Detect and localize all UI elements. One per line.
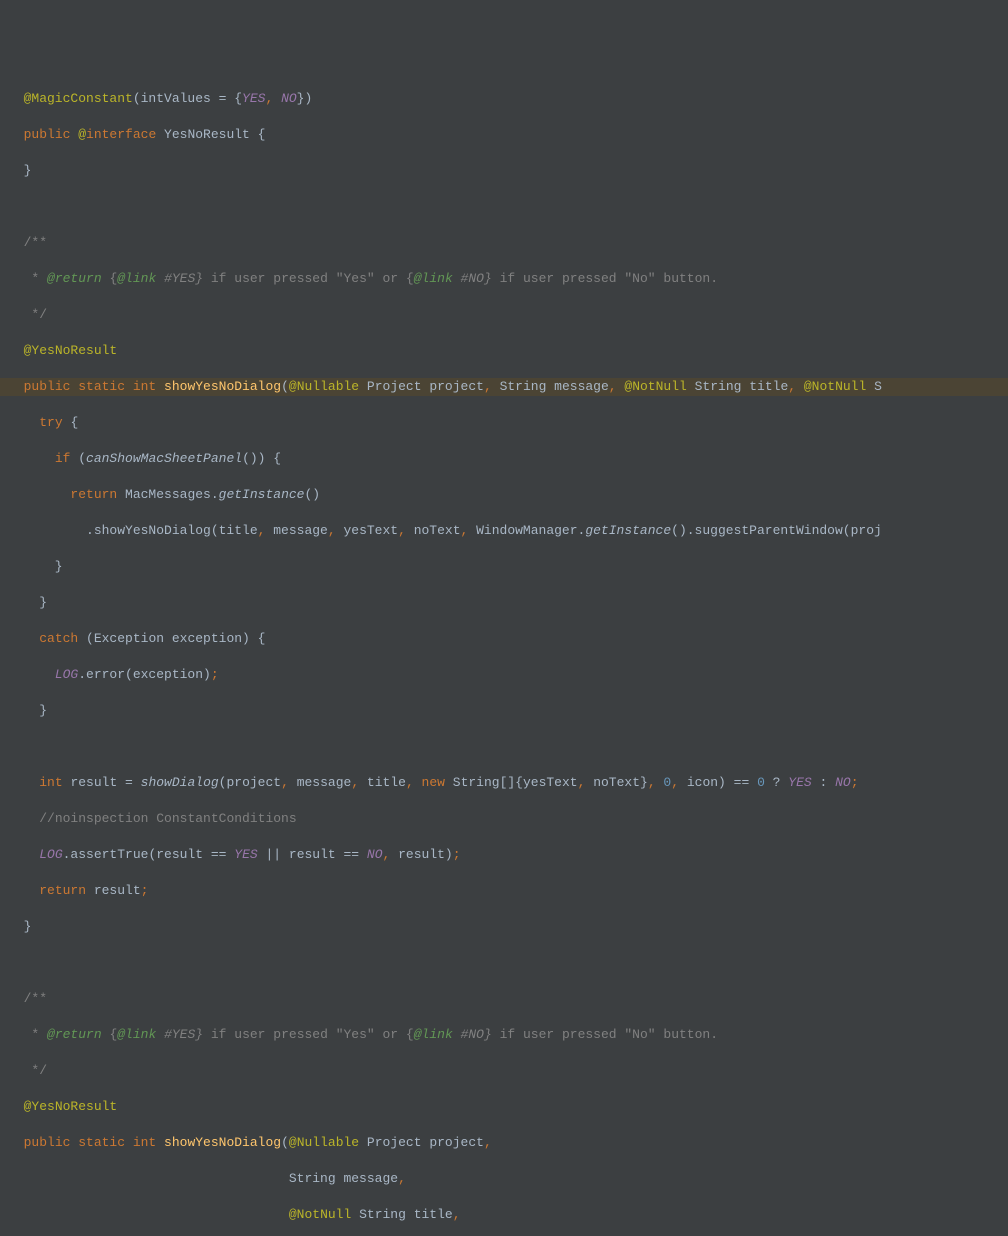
code-line[interactable]: if (canShowMacSheetPanel()) { xyxy=(8,450,1000,468)
code-editor[interactable]: @MagicConstant(intValues = {YES, NO}) pu… xyxy=(8,72,1000,1236)
code-line[interactable]: return MacMessages.getInstance() xyxy=(8,486,1000,504)
code-line[interactable]: @NotNull String title, xyxy=(8,1206,1000,1224)
code-line[interactable]: */ xyxy=(8,1062,1000,1080)
code-line[interactable]: } xyxy=(8,918,1000,936)
code-line[interactable] xyxy=(8,738,1000,756)
code-line[interactable]: return result; xyxy=(8,882,1000,900)
code-line[interactable]: LOG.assertTrue(result == YES || result =… xyxy=(8,846,1000,864)
code-line[interactable]: } xyxy=(8,558,1000,576)
code-line[interactable]: @MagicConstant(intValues = {YES, NO}) xyxy=(8,90,1000,108)
highlighted-code-line[interactable]: public static int showYesNoDialog(@Nulla… xyxy=(0,378,1008,396)
code-line[interactable]: catch (Exception exception) { xyxy=(8,630,1000,648)
code-line[interactable]: } xyxy=(8,162,1000,180)
code-line[interactable]: /** xyxy=(8,990,1000,1008)
code-line[interactable] xyxy=(8,198,1000,216)
code-line[interactable]: /** xyxy=(8,234,1000,252)
code-line[interactable]: public @interface YesNoResult { xyxy=(8,126,1000,144)
code-line[interactable]: try { xyxy=(8,414,1000,432)
code-line[interactable]: int result = showDialog(project, message… xyxy=(8,774,1000,792)
code-line[interactable]: //noinspection ConstantConditions xyxy=(8,810,1000,828)
code-line[interactable] xyxy=(8,954,1000,972)
code-line[interactable]: String message, xyxy=(8,1170,1000,1188)
code-line[interactable]: */ xyxy=(8,306,1000,324)
code-line[interactable]: public static int showYesNoDialog(@Nulla… xyxy=(8,1134,1000,1152)
code-line[interactable]: } xyxy=(8,702,1000,720)
code-line[interactable]: .showYesNoDialog(title, message, yesText… xyxy=(8,522,1000,540)
code-line[interactable]: * @return {@link #YES} if user pressed "… xyxy=(8,1026,1000,1044)
code-line[interactable]: * @return {@link #YES} if user pressed "… xyxy=(8,270,1000,288)
code-line[interactable]: LOG.error(exception); xyxy=(8,666,1000,684)
code-line[interactable]: @YesNoResult xyxy=(8,1098,1000,1116)
code-line[interactable]: @YesNoResult xyxy=(8,342,1000,360)
code-line[interactable]: } xyxy=(8,594,1000,612)
